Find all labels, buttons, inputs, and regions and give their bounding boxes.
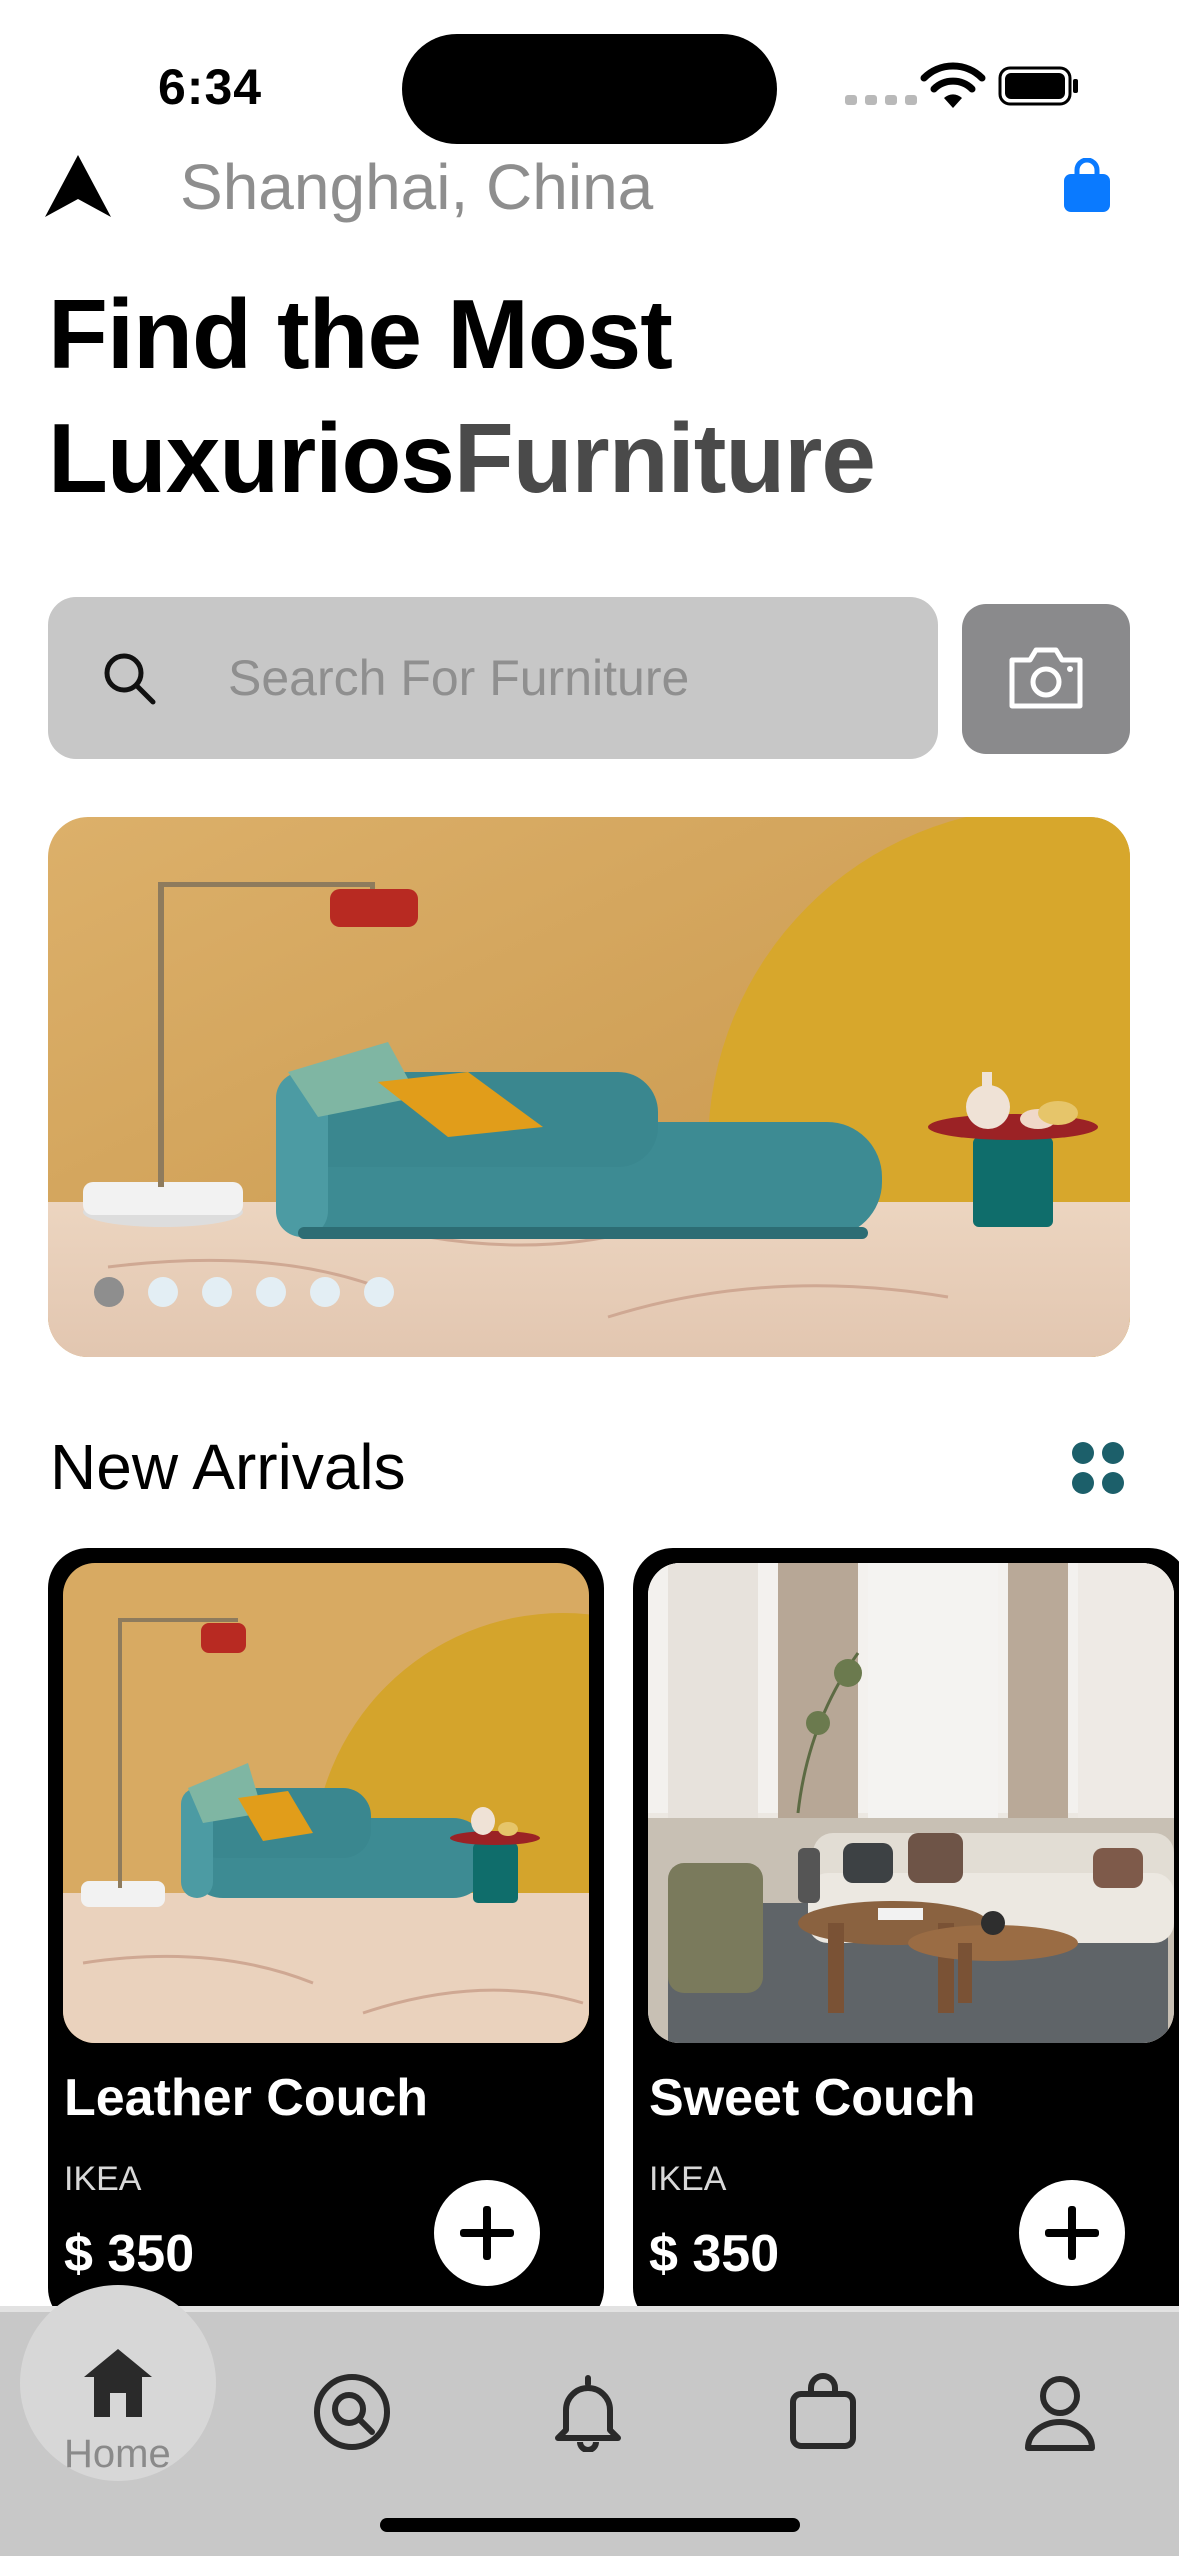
tab-home-label[interactable]: Home xyxy=(64,2432,171,2477)
banner-image xyxy=(48,817,1130,1357)
product-brand: IKEA xyxy=(649,2160,727,2198)
product-image xyxy=(63,1563,589,2043)
pagination-dot[interactable] xyxy=(364,1277,394,1307)
headline-line-1: Find the Most xyxy=(48,279,673,389)
home-icon xyxy=(84,2349,152,2417)
pagination-dot[interactable] xyxy=(202,1277,232,1307)
section-title: New Arrivals xyxy=(50,1431,406,1503)
promo-banner[interactable] xyxy=(48,817,1130,1357)
product-image xyxy=(648,1563,1174,2043)
search-bar[interactable] xyxy=(48,597,938,759)
headline-accent-word: Furniture xyxy=(453,403,876,513)
tab-profile[interactable] xyxy=(1020,2372,1100,2457)
product-card[interactable]: Sweet Couch IKEA $ 350 xyxy=(633,1548,1179,2328)
battery-icon xyxy=(998,66,1078,106)
dynamic-island xyxy=(402,34,777,144)
brand-logo-icon xyxy=(45,155,111,217)
cellular-signal-icon xyxy=(845,95,917,105)
search-icon xyxy=(104,653,156,705)
location-label[interactable]: Shanghai, China xyxy=(180,150,653,224)
pagination-dot[interactable] xyxy=(256,1277,286,1307)
profile-icon xyxy=(1025,2376,1095,2451)
bag-icon xyxy=(790,2373,856,2449)
home-indicator[interactable] xyxy=(380,2518,800,2532)
product-price: $ 350 xyxy=(649,2225,780,2283)
product-brand: IKEA xyxy=(64,2160,142,2198)
wifi-icon xyxy=(920,62,986,108)
headline-line-2: LuxuriosFurniture xyxy=(48,396,876,520)
add-to-cart-button[interactable] xyxy=(1019,2180,1125,2286)
product-name: Leather Couch xyxy=(64,2069,429,2127)
shopping-bag-icon[interactable] xyxy=(1062,158,1112,214)
tab-notifications[interactable] xyxy=(548,2372,628,2457)
product-price: $ 350 xyxy=(64,2225,195,2283)
tab-cart[interactable] xyxy=(783,2372,863,2457)
status-time: 6:34 xyxy=(158,59,263,115)
pagination-dot[interactable] xyxy=(94,1277,124,1307)
search-input[interactable] xyxy=(228,597,908,759)
pagination-dot[interactable] xyxy=(310,1277,340,1307)
product-card[interactable]: Leather Couch IKEA $ 350 xyxy=(48,1548,604,2328)
banner-pagination[interactable] xyxy=(94,1277,394,1307)
pagination-dot[interactable] xyxy=(148,1277,178,1307)
tab-home[interactable] xyxy=(80,2345,156,2426)
bell-icon xyxy=(555,2375,621,2453)
camera-search-button[interactable] xyxy=(962,604,1130,754)
page-headline: Find the Most LuxuriosFurniture xyxy=(48,272,876,520)
headline-bold-word: Luxurios xyxy=(48,403,455,513)
camera-icon xyxy=(1009,647,1083,709)
product-name: Sweet Couch xyxy=(649,2069,976,2127)
search-icon xyxy=(314,2374,390,2450)
add-to-cart-button[interactable] xyxy=(434,2180,540,2286)
grid-icon[interactable] xyxy=(1072,1442,1124,1494)
tab-search[interactable] xyxy=(312,2372,392,2457)
